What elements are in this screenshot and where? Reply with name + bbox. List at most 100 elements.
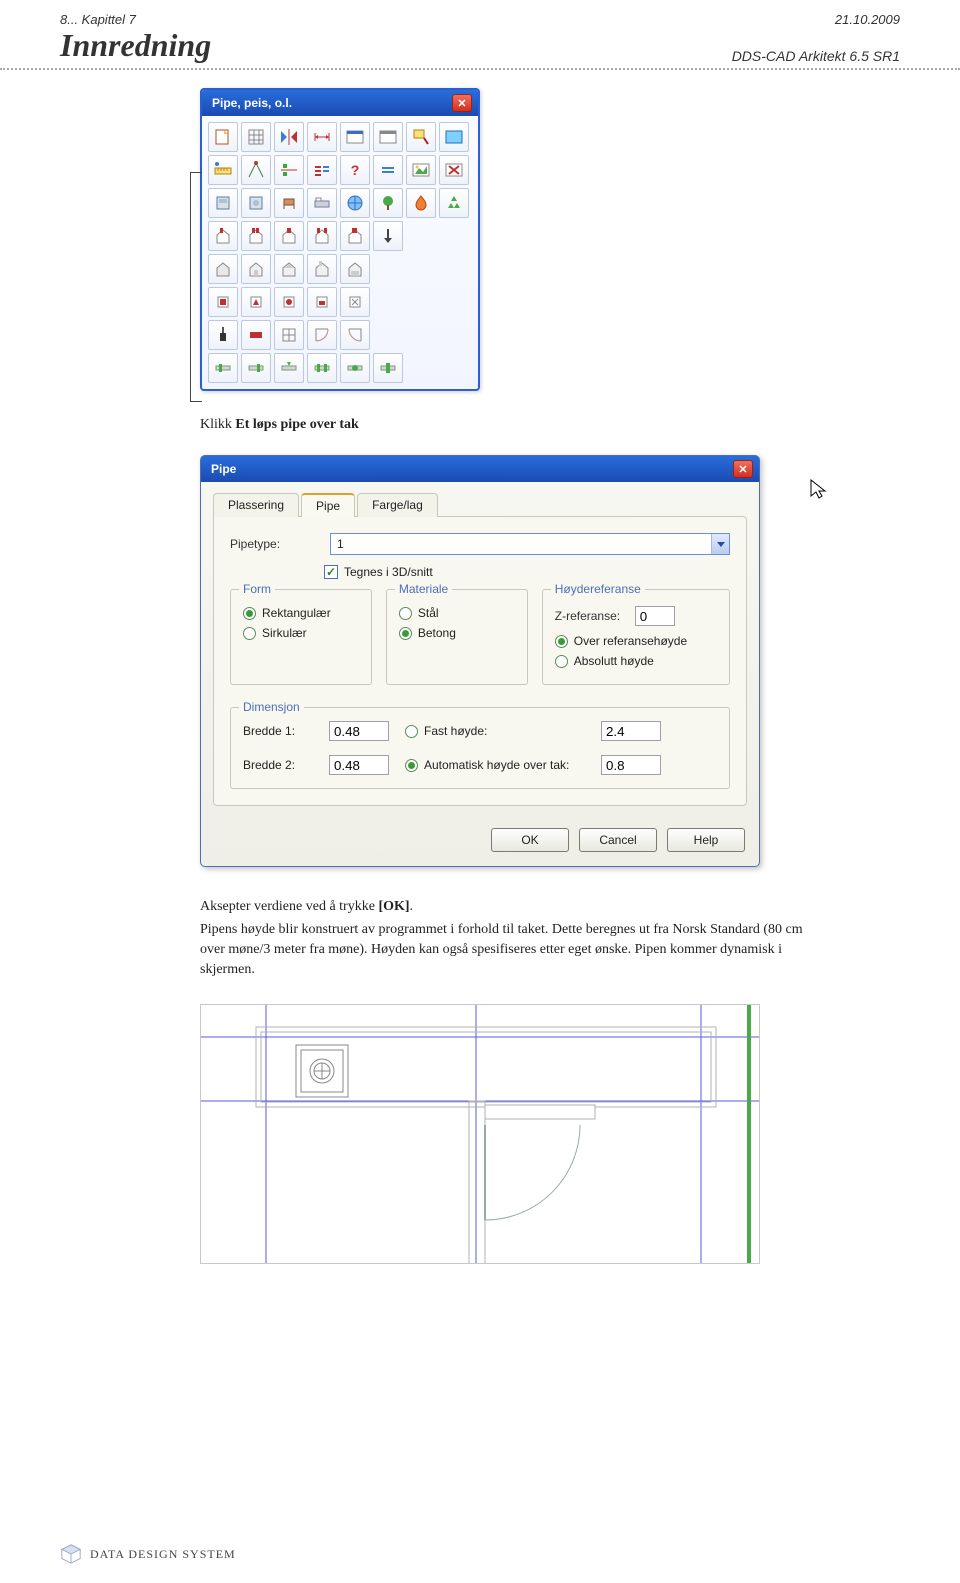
- tegnes-checkbox[interactable]: ✓: [324, 565, 338, 579]
- tool-house3-icon[interactable]: [274, 254, 304, 284]
- toolbox-spacer: [373, 254, 403, 284]
- close-icon[interactable]: ✕: [733, 460, 753, 478]
- tool-chair-icon[interactable]: [274, 188, 304, 218]
- paragraph-text: .: [410, 899, 414, 914]
- tool-arrow-down-icon[interactable]: [373, 221, 403, 251]
- tab-plassering[interactable]: Plassering: [213, 493, 299, 517]
- tool-house2-icon[interactable]: [241, 254, 271, 284]
- tool-redtag-icon[interactable]: [241, 320, 271, 350]
- auto-hoyde-label: Automatisk høyde over tak:: [424, 758, 569, 772]
- tool-chimney5-icon[interactable]: [340, 221, 370, 251]
- zref-input[interactable]: [635, 606, 675, 626]
- tool-chimney4-icon[interactable]: [307, 221, 337, 251]
- tool-fire-icon[interactable]: [406, 188, 436, 218]
- cancel-button[interactable]: Cancel: [579, 828, 657, 852]
- legend-dimensjon: Dimensjon: [239, 700, 304, 714]
- tool-house1-icon[interactable]: [208, 254, 238, 284]
- tool-pipe3-icon[interactable]: [274, 353, 304, 383]
- tool-quarter1-icon[interactable]: [307, 320, 337, 350]
- tool-picture-icon[interactable]: [406, 155, 436, 185]
- radio-over-ref[interactable]: [555, 635, 568, 648]
- tool-chimney1-icon[interactable]: [208, 221, 238, 251]
- tool-pipe4-icon[interactable]: [307, 353, 337, 383]
- instruction-text: Klikk: [200, 417, 235, 432]
- pipetype-label: Pipetype:: [230, 537, 320, 551]
- tool-pipe6-icon[interactable]: [373, 353, 403, 383]
- tool-delete-icon[interactable]: [439, 155, 469, 185]
- tool-plan-icon[interactable]: [274, 320, 304, 350]
- radio-over-ref-label: Over referansehøyde: [574, 634, 687, 648]
- radio-sirkular[interactable]: [243, 627, 256, 640]
- tool-snap-icon[interactable]: [241, 155, 271, 185]
- svg-text:?: ?: [351, 162, 360, 178]
- callout-line: [190, 172, 191, 402]
- tool-chimney3-icon[interactable]: [274, 221, 304, 251]
- tool-fireplace1-icon[interactable]: [208, 287, 238, 317]
- auto-hoyde-input[interactable]: [601, 755, 661, 775]
- tool-new-icon[interactable]: [208, 122, 238, 152]
- close-icon[interactable]: ✕: [452, 94, 472, 112]
- tool-mirror-icon[interactable]: [274, 122, 304, 152]
- tool-fireplace5-icon[interactable]: [340, 287, 370, 317]
- tool-pipe1-icon[interactable]: [208, 353, 238, 383]
- fast-hoyde-input[interactable]: [601, 721, 661, 741]
- tool-hatch-icon[interactable]: [307, 155, 337, 185]
- tool-layer-icon[interactable]: [439, 122, 469, 152]
- tool-help-icon[interactable]: ?: [340, 155, 370, 185]
- tool-quarter2-icon[interactable]: [340, 320, 370, 350]
- tool-recycle-icon[interactable]: [439, 188, 469, 218]
- radio-auto-hoyde[interactable]: [405, 759, 418, 772]
- tool-stove-icon[interactable]: [208, 320, 238, 350]
- tab-farge-lag[interactable]: Farge/lag: [357, 493, 438, 517]
- radio-stal-label: Stål: [418, 606, 439, 620]
- tool-window1-icon[interactable]: [340, 122, 370, 152]
- help-button[interactable]: Help: [667, 828, 745, 852]
- tool-window2-icon[interactable]: [373, 122, 403, 152]
- toolbox-spacer: [406, 254, 436, 284]
- tool-fireplace4-icon[interactable]: [307, 287, 337, 317]
- tool-appliance2-icon[interactable]: [241, 188, 271, 218]
- fast-hoyde-label: Fast høyde:: [424, 724, 487, 738]
- tool-house5-icon[interactable]: [340, 254, 370, 284]
- fieldset-dimensjon: Dimensjon Bredde 1: Fast høyde: Bredde 2…: [230, 707, 730, 789]
- tool-equals-icon[interactable]: [373, 155, 403, 185]
- tool-dimension-icon[interactable]: [307, 122, 337, 152]
- radio-stal[interactable]: [399, 607, 412, 620]
- tool-tree-icon[interactable]: [373, 188, 403, 218]
- toolbox-spacer: [439, 254, 469, 284]
- pipetype-combo[interactable]: 1: [330, 533, 730, 555]
- toolbox-spacer: [373, 320, 403, 350]
- tool-house4-icon[interactable]: [307, 254, 337, 284]
- dialog-tabs: Plassering Pipe Farge/lag: [201, 482, 759, 516]
- radio-fast-hoyde[interactable]: [405, 725, 418, 738]
- radio-abs-hoyde[interactable]: [555, 655, 568, 668]
- ok-button[interactable]: OK: [491, 828, 569, 852]
- tool-globe-icon[interactable]: [340, 188, 370, 218]
- page-title: Innredning: [60, 27, 211, 64]
- radio-rektangular[interactable]: [243, 607, 256, 620]
- tool-ruler-icon[interactable]: [208, 155, 238, 185]
- tool-pipe5-icon[interactable]: [340, 353, 370, 383]
- tool-fireplace2-icon[interactable]: [241, 287, 271, 317]
- tool-bed-icon[interactable]: [307, 188, 337, 218]
- tool-fireplace3-icon[interactable]: [274, 287, 304, 317]
- bredde1-input[interactable]: [329, 721, 389, 741]
- tool-pipe2-icon[interactable]: [241, 353, 271, 383]
- legend-materiale: Materiale: [395, 582, 452, 596]
- legend-hoyderef: Høydereferanse: [551, 582, 645, 596]
- tool-appliance1-icon[interactable]: [208, 188, 238, 218]
- tab-pipe[interactable]: Pipe: [301, 493, 355, 517]
- tool-grid-icon[interactable]: [241, 122, 271, 152]
- toolbox-spacer: [373, 287, 403, 317]
- toolbox-spacer: [439, 353, 469, 383]
- tool-label-icon[interactable]: [406, 122, 436, 152]
- chevron-down-icon[interactable]: [711, 534, 729, 554]
- bredde1-label: Bredde 1:: [243, 724, 313, 738]
- bredde2-label: Bredde 2:: [243, 758, 313, 772]
- bredde2-input[interactable]: [329, 755, 389, 775]
- radio-betong[interactable]: [399, 627, 412, 640]
- tab-panel-pipe: Pipetype: 1 ✓ Tegnes i 3D/snitt Form Rek…: [213, 516, 747, 806]
- radio-rektangular-label: Rektangulær: [262, 606, 331, 620]
- tool-align-icon[interactable]: [274, 155, 304, 185]
- tool-chimney2-icon[interactable]: [241, 221, 271, 251]
